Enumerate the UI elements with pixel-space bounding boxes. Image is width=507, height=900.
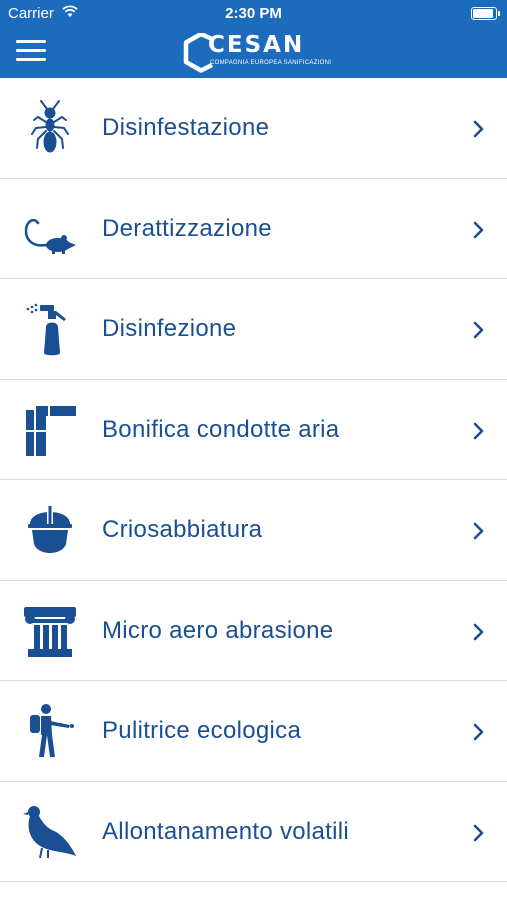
services-list: Disinfestazione Derattizzazione Disinfez… [0,78,507,882]
list-item-derattizzazione[interactable]: Derattizzazione [0,179,507,279]
list-item-pulitrice-ecologica[interactable]: Pulitrice ecologica [0,681,507,782]
chevron-right-icon [473,623,484,640]
list-item-label: Disinfestazione [102,114,270,141]
chevron-right-icon [473,723,484,741]
spray-bottle-icon [26,303,66,356]
air-duct-pipe-icon [26,405,76,456]
list-item-label: Micro aero abrasione [102,616,334,644]
list-item-allontanamento-volatili[interactable]: Allontanamento volatili [0,782,507,882]
list-item-label: Bonifica condotte aria [102,415,340,443]
list-item-label: Disinfezione [102,315,237,342]
list-item-label: Derattizzazione [102,214,272,242]
sprayer-worker-icon [30,704,74,757]
nav-bar: CESAN COMPAGNIA EUROPEA SANIFICAZIONI [0,28,507,78]
logo-name: CESAN [208,32,305,58]
logo-tagline: COMPAGNIA EUROPEA SANIFICAZIONI [210,60,332,66]
status-time: 2:30 PM [225,5,282,22]
chevron-right-icon [473,824,484,841]
column-icon [24,606,76,657]
ant-icon [31,100,69,153]
chevron-right-icon [473,221,484,238]
chevron-right-icon [473,120,484,138]
list-item-micro-aero-abrasione[interactable]: Micro aero abrasione [0,581,507,681]
chevron-right-icon [473,422,484,439]
list-item-bonifica-condotte-aria[interactable]: Bonifica condotte aria [0,380,507,480]
hamburger-menu-icon[interactable] [16,40,46,64]
pigeon-icon [23,805,77,858]
list-item-label: Criosabbiatura [102,516,263,543]
chevron-right-icon [473,321,484,339]
list-item-criosabbiatura[interactable]: Criosabbiatura [0,480,507,581]
list-item-label: Pulitrice ecologica [102,717,302,744]
battery-icon [471,7,500,20]
hard-hat-icon [28,505,72,553]
mouse-icon [24,218,76,254]
cesan-logo: CESAN COMPAGNIA EUROPEA SANIFICAZIONI [182,31,331,75]
chevron-right-icon [473,522,484,540]
list-item-disinfezione[interactable]: Disinfezione [0,279,507,380]
list-item-disinfestazione[interactable]: Disinfestazione [0,78,507,179]
status-bar: Carrier 2:30 PM [0,0,507,28]
list-item-label: Allontanamento volatili [102,817,350,845]
